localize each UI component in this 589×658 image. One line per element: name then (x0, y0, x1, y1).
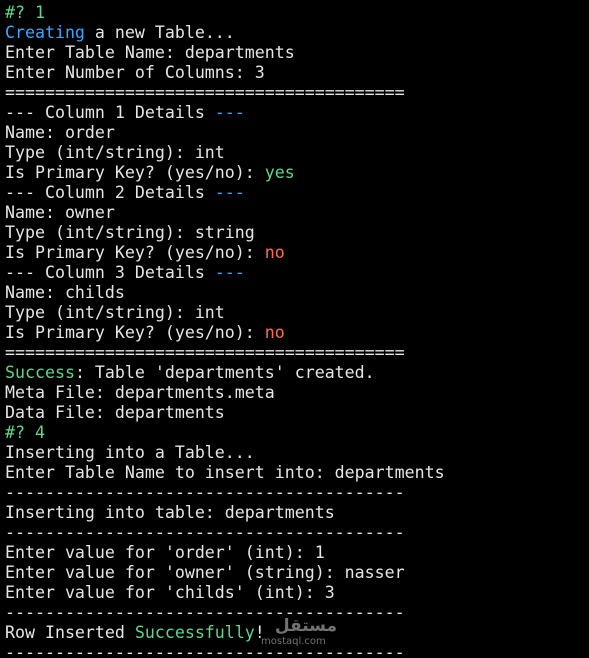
terminal-line: #? 4 (5, 423, 585, 443)
terminal-text-segment: Successfully (134, 623, 255, 642)
terminal-text-segment: --- (214, 183, 245, 202)
terminal-line: Name: order (5, 123, 585, 143)
terminal-text-segment: --- (214, 103, 245, 122)
terminal-text-segment: Enter value for 'owner' (string): nasser (5, 563, 405, 582)
terminal-text-segment: no (264, 323, 285, 342)
terminal-text-segment: Success (5, 363, 75, 382)
terminal-text-segment: --- Column 1 Details (5, 103, 215, 122)
terminal-text-segment: #? 1 (5, 3, 45, 22)
terminal-text-segment: ---------------------------------------- (5, 603, 405, 622)
terminal-text-segment: --- (214, 263, 245, 282)
terminal-line: Enter value for 'owner' (string): nasser (5, 563, 585, 583)
terminal-line: --- Column 1 Details --- (5, 103, 585, 123)
terminal-text-segment: Is Primary Key? (yes/no): (5, 323, 265, 342)
terminal-text-segment: ======================================== (5, 343, 405, 362)
terminal-line: Meta File: departments.meta (5, 383, 585, 403)
terminal-line: --- Column 3 Details --- (5, 263, 585, 283)
terminal-text-segment: --- Column 3 Details (5, 263, 215, 282)
terminal-text-segment: Enter Table Name to insert into: departm… (5, 463, 445, 482)
terminal-text-segment: Enter Number of Columns: 3 (5, 63, 265, 82)
terminal-text-segment: ---------------------------------------- (5, 643, 405, 658)
terminal-text-segment: Data File: departments (5, 403, 225, 422)
terminal-line: --- Column 2 Details --- (5, 183, 585, 203)
terminal-line: Name: childs (5, 283, 585, 303)
terminal-text-segment: Is Primary Key? (yes/no): (5, 163, 265, 182)
terminal-line: ---------------------------------------- (5, 603, 585, 623)
terminal-text-segment: Creating (5, 23, 85, 42)
terminal-line: Type (int/string): string (5, 223, 585, 243)
terminal-line: Type (int/string): int (5, 143, 585, 163)
terminal-text-segment: Is Primary Key? (yes/no): (5, 243, 265, 262)
terminal-text-segment: Type (int/string): int (5, 143, 225, 162)
terminal-line: ---------------------------------------- (5, 523, 585, 543)
terminal-text-segment: Name: childs (5, 283, 125, 302)
terminal-text-segment: --- Column 2 Details (5, 183, 215, 202)
terminal-text-segment: Name: order (5, 123, 115, 142)
terminal-text-segment: Inserting into table: departments (5, 503, 335, 522)
terminal-text-segment: yes (264, 163, 295, 182)
terminal-line: Type (int/string): int (5, 303, 585, 323)
terminal-window[interactable]: #? 1 Creating a new Table... Enter Table N… (0, 0, 589, 658)
terminal-text-segment: Type (int/string): string (5, 223, 255, 242)
terminal-text-segment: Row Inserted (5, 623, 135, 642)
terminal-line: ======================================== (5, 343, 585, 363)
terminal-line: Enter value for 'childs' (int): 3 (5, 583, 585, 603)
terminal-line: #? 1 (5, 3, 585, 23)
terminal-text-segment: Enter value for 'childs' (int): 3 (5, 583, 335, 602)
terminal-line: ---------------------------------------- (5, 483, 585, 503)
terminal-text-segment: #? 4 (5, 423, 45, 442)
terminal-text-segment: Enter Table Name: departments (5, 43, 295, 62)
terminal-text-segment: ! (254, 623, 265, 642)
terminal-line: ---------------------------------------- (5, 643, 585, 658)
terminal-line: Is Primary Key? (yes/no): no (5, 323, 585, 343)
terminal-line: Is Primary Key? (yes/no): yes (5, 163, 585, 183)
terminal-line: Success: Table 'departments' created. (5, 363, 585, 383)
terminal-line: Inserting into a Table... (5, 443, 585, 463)
terminal-line: Inserting into table: departments (5, 503, 585, 523)
terminal-line: Is Primary Key? (yes/no): no (5, 243, 585, 263)
terminal-text-segment: Type (int/string): int (5, 303, 225, 322)
terminal-line: Row Inserted Successfully! (5, 623, 585, 643)
terminal-line: ======================================== (5, 83, 585, 103)
terminal-text-segment: Inserting into a Table... (5, 443, 255, 462)
terminal-text-segment: ---------------------------------------- (5, 483, 405, 502)
terminal-text-segment: : Table 'departments' created. (74, 363, 375, 382)
terminal-line: Enter Number of Columns: 3 (5, 63, 585, 83)
terminal-line: Data File: departments (5, 403, 585, 423)
terminal-text-segment: Enter value for 'order' (int): 1 (5, 543, 325, 562)
terminal-line: Enter Table Name to insert into: departm… (5, 463, 585, 483)
terminal-line: Enter Table Name: departments (5, 43, 585, 63)
terminal-text-segment: Meta File: departments.meta (5, 383, 275, 402)
terminal-text-segment: ---------------------------------------- (5, 523, 405, 542)
terminal-text-segment: ======================================== (5, 83, 405, 102)
terminal-text-segment: a new Table... (84, 23, 235, 42)
terminal-output: #? 1 Creating a new Table... Enter Table N… (5, 3, 585, 658)
terminal-text-segment: Name: owner (5, 203, 115, 222)
terminal-line: Enter value for 'order' (int): 1 (5, 543, 585, 563)
terminal-text-segment: no (264, 243, 285, 262)
terminal-line: Name: owner (5, 203, 585, 223)
terminal-line: Creating a new Table... (5, 23, 585, 43)
